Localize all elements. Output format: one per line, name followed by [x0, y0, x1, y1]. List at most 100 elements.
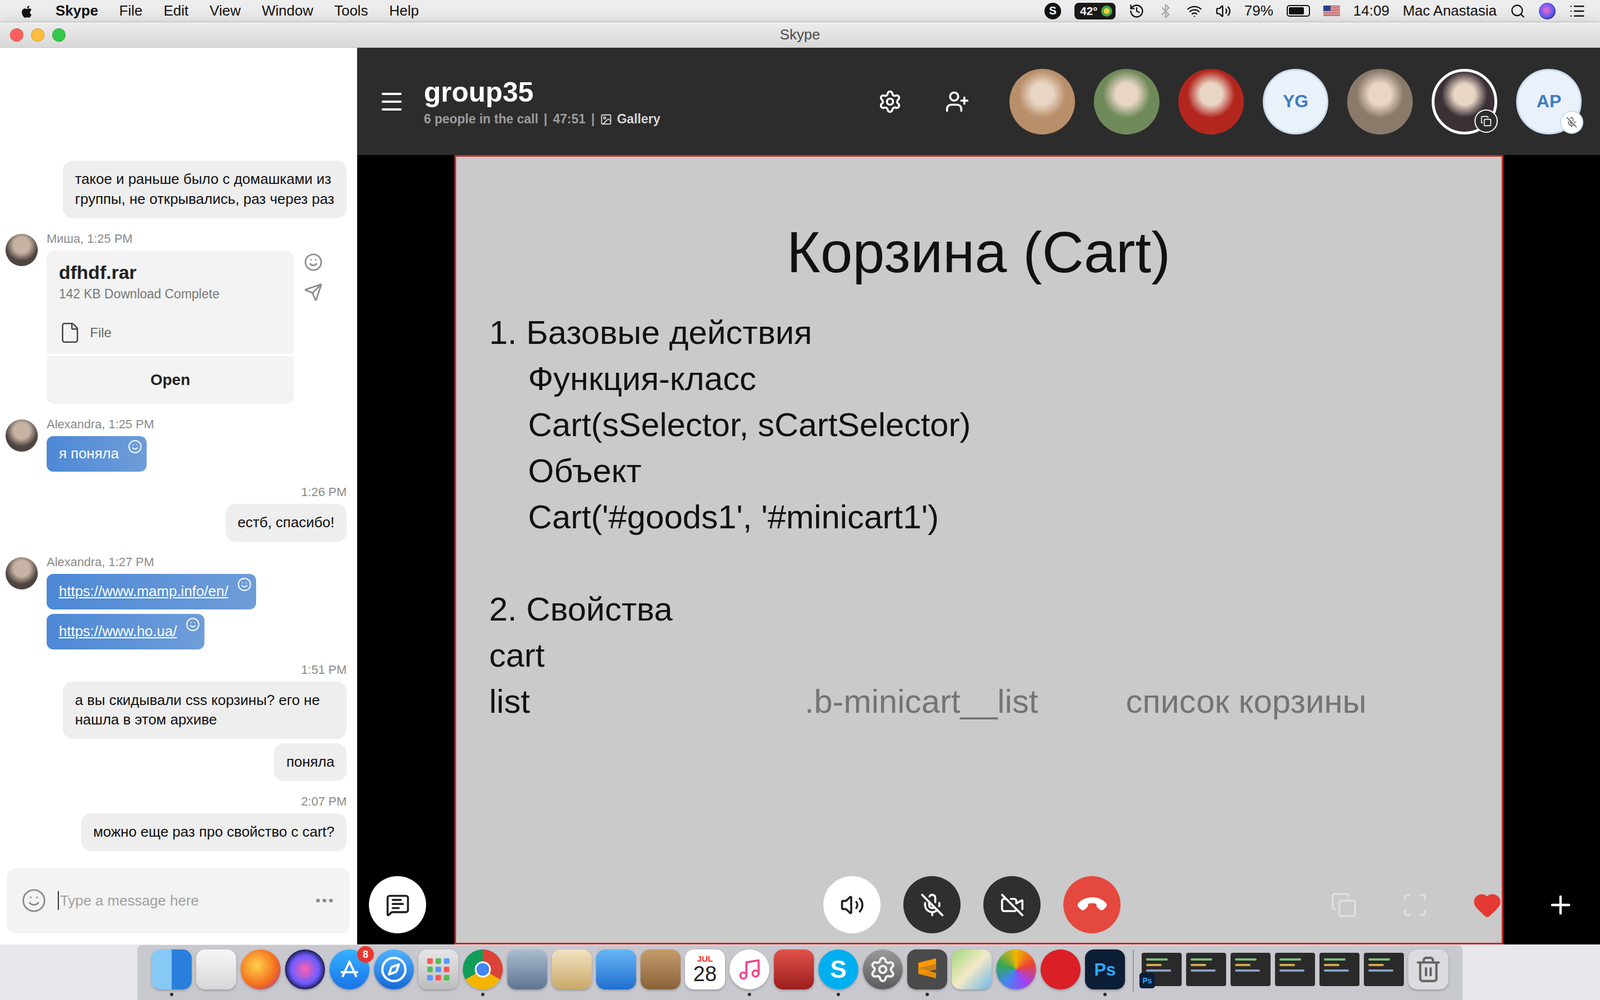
dock-item[interactable] [951, 949, 992, 997]
skype-icon[interactable]: S [818, 949, 859, 990]
dock-item[interactable] [462, 949, 503, 997]
prefs-icon[interactable] [862, 949, 903, 990]
react-corner[interactable] [237, 577, 252, 592]
dock-item[interactable] [996, 949, 1037, 997]
photobooth-icon[interactable] [773, 949, 814, 990]
own-message-bubble[interactable]: естб, спасибо! [225, 503, 347, 542]
more-plus-icon[interactable] [1546, 890, 1575, 920]
view-switch[interactable]: Gallery [600, 111, 660, 127]
spotlight-icon[interactable] [1510, 3, 1526, 19]
minimized-window[interactable] [1275, 949, 1315, 987]
dock-item[interactable]: Ps [1085, 949, 1125, 997]
siri-icon[interactable] [1538, 2, 1556, 20]
react-smile-icon[interactable] [127, 439, 143, 454]
app-menu[interactable]: Skype [55, 2, 99, 20]
menu-item[interactable]: Window [261, 2, 313, 20]
speaker-button[interactable] [823, 876, 881, 934]
incoming-message-bubble[interactable]: https://www.ho.ua/ [46, 613, 205, 650]
dock-item[interactable] [196, 949, 237, 997]
message-link[interactable]: https://www.mamp.info/en/ [58, 582, 229, 600]
itunes-icon[interactable] [729, 949, 770, 990]
camera-button[interactable] [983, 876, 1041, 934]
participant-avatar[interactable] [1093, 68, 1160, 135]
minimized-window[interactable]: Ps [1141, 949, 1182, 987]
preview-icon[interactable] [196, 949, 237, 990]
window-thumbnail[interactable] [1319, 952, 1360, 987]
hamburger-menu-icon[interactable] [378, 88, 405, 115]
cloud-icon[interactable] [1040, 949, 1081, 990]
react-corner[interactable] [127, 439, 143, 454]
notification-center-icon[interactable] [1568, 2, 1586, 20]
dock-item[interactable] [773, 949, 814, 997]
menu-item[interactable]: File [119, 2, 143, 20]
photos-icon[interactable] [996, 949, 1037, 990]
message-field[interactable]: Type a message here [57, 891, 303, 910]
dock-item[interactable]: S [818, 949, 859, 997]
dock-item[interactable] [507, 949, 548, 997]
own-message-bubble[interactable]: можно еще раз про свойство с cart? [81, 813, 347, 852]
participant-avatar[interactable]: AP [1516, 68, 1582, 135]
window-thumbnail[interactable] [1186, 952, 1227, 987]
window-thumbnail[interactable] [1275, 952, 1315, 987]
own-message-bubble[interactable]: а вы скидывали css корзины? его не нашла… [62, 681, 347, 740]
menu-item[interactable]: Help [388, 2, 419, 20]
settings-gear-icon[interactable] [877, 89, 903, 114]
react-corner[interactable] [185, 617, 200, 632]
minimized-window[interactable] [1230, 949, 1271, 987]
participant-avatar[interactable] [1347, 68, 1413, 135]
apple-icon[interactable] [20, 3, 35, 19]
zoom-button[interactable] [52, 28, 66, 42]
dock-item[interactable] [1040, 949, 1081, 997]
sender-avatar[interactable] [5, 419, 38, 452]
us-flag-icon[interactable] [1323, 5, 1340, 17]
photoshop-icon[interactable]: Ps [1085, 949, 1125, 990]
minimized-window[interactable] [1363, 949, 1404, 987]
dock-item[interactable] [729, 949, 770, 997]
minimized-window[interactable] [1319, 949, 1360, 987]
add-person-icon[interactable] [945, 89, 970, 114]
window-thumbnail[interactable] [1363, 952, 1404, 987]
participant-avatar[interactable]: YG [1262, 68, 1329, 135]
trash-tile[interactable] [1408, 949, 1449, 990]
sublime-icon[interactable] [907, 949, 948, 990]
dock-item[interactable] [285, 949, 325, 997]
reaction-heart-icon[interactable] [1472, 890, 1502, 920]
safari-icon[interactable] [373, 949, 414, 990]
more-options-icon[interactable] [313, 889, 336, 912]
dock-item[interactable] [907, 949, 948, 997]
launchpad-icon[interactable] [418, 949, 459, 990]
mic-button[interactable] [903, 876, 961, 934]
menu-item[interactable]: Edit [163, 2, 189, 20]
window-thumbnail[interactable]: Ps [1141, 952, 1182, 987]
react-smile-icon[interactable] [185, 617, 200, 632]
sender-avatar[interactable] [5, 557, 38, 590]
switch-view-icon[interactable] [1330, 891, 1358, 919]
battery-icon[interactable] [1286, 5, 1310, 17]
react-smile-icon[interactable] [237, 577, 252, 592]
menu-item[interactable]: View [209, 2, 241, 20]
dock-item[interactable] [418, 949, 459, 997]
emoji-icon[interactable] [21, 887, 47, 914]
finder-icon[interactable] [151, 949, 192, 990]
skype-status-icon[interactable]: S [1044, 2, 1062, 20]
minimize-button[interactable] [31, 28, 45, 42]
dock-item[interactable] [151, 949, 192, 997]
time-machine-icon[interactable] [1128, 3, 1145, 19]
mail-icon[interactable] [596, 949, 637, 990]
bluetooth-icon[interactable] [1157, 3, 1174, 19]
chrome-icon[interactable] [462, 949, 503, 990]
participant-avatar[interactable] [1009, 68, 1075, 135]
window-thumbnail[interactable] [1230, 952, 1271, 987]
dock-item[interactable] [862, 949, 903, 997]
open-button[interactable]: Open [46, 356, 294, 404]
dock-item[interactable] [551, 949, 592, 997]
incoming-message-bubble[interactable]: я поняла [46, 436, 147, 472]
message-input[interactable]: Type a message here [6, 867, 350, 934]
temperature-widget[interactable]: 42° [1074, 2, 1116, 20]
capture-icon[interactable] [507, 949, 548, 990]
calendar-icon[interactable]: JUL28 [685, 949, 725, 990]
wifi-icon[interactable] [1186, 3, 1203, 19]
incoming-message-bubble[interactable]: https://www.mamp.info/en/ [46, 573, 257, 610]
sender-avatar[interactable] [5, 233, 38, 267]
forward-icon[interactable] [303, 282, 323, 302]
